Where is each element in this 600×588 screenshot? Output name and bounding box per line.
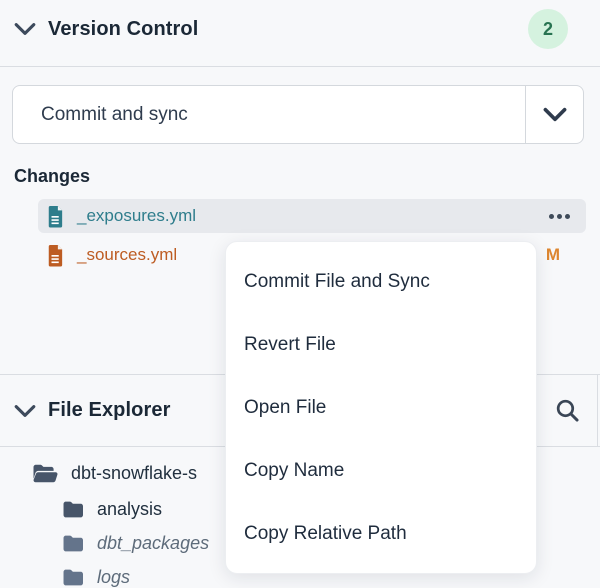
search-icon	[555, 398, 580, 423]
commit-dropdown-label: Commit and sync	[13, 86, 525, 143]
search-files-button[interactable]	[536, 375, 598, 446]
tree-item-project-root[interactable]: dbt-snowflake-s	[32, 456, 197, 490]
menu-item-revert-file[interactable]: Revert File	[226, 314, 536, 376]
more-options-icon[interactable]	[545, 210, 574, 223]
changed-file-name: _exposures.yml	[77, 206, 196, 226]
tree-item-logs[interactable]: logs	[62, 560, 130, 588]
changed-file-name: _sources.yml	[77, 245, 177, 265]
folder-open-icon	[32, 463, 59, 484]
file-context-menu: Commit File and Sync Revert File Open Fi…	[225, 241, 537, 574]
chevron-down-icon[interactable]	[14, 22, 36, 36]
tree-item-analysis[interactable]: analysis	[62, 492, 162, 526]
menu-item-copy-name[interactable]: Copy Name	[226, 440, 536, 502]
tree-item-label: analysis	[97, 499, 162, 520]
tree-item-label: dbt_packages	[97, 533, 209, 554]
version-control-title: Version Control	[48, 18, 198, 41]
changes-count-badge: 2	[528, 9, 568, 49]
menu-item-commit-file-and-sync[interactable]: Commit File and Sync	[226, 251, 536, 313]
tree-item-dbt-packages[interactable]: dbt_packages	[62, 526, 209, 560]
chevron-down-icon	[543, 107, 567, 122]
modified-status-badge: M	[546, 245, 560, 265]
header-divider	[0, 66, 600, 67]
changed-file-row-exposures[interactable]: _exposures.yml	[38, 199, 586, 233]
commit-and-sync-dropdown[interactable]: Commit and sync	[12, 85, 584, 144]
commit-dropdown-caret-button[interactable]	[525, 86, 583, 143]
tree-item-label: dbt-snowflake-s	[71, 463, 197, 484]
folder-icon	[62, 534, 85, 553]
changes-section-label: Changes	[14, 166, 90, 187]
folder-icon	[62, 568, 85, 587]
yml-file-icon	[46, 205, 65, 228]
version-control-panel: Version Control 2 Commit and sync Change…	[0, 0, 600, 588]
version-control-section-header[interactable]: Version Control 2	[0, 8, 600, 50]
tree-item-label: logs	[97, 567, 130, 588]
file-explorer-title: File Explorer	[48, 399, 170, 422]
folder-icon	[62, 500, 85, 519]
yml-file-icon	[46, 244, 65, 267]
menu-item-copy-relative-path[interactable]: Copy Relative Path	[226, 503, 536, 565]
chevron-down-icon[interactable]	[14, 404, 36, 418]
menu-item-open-file[interactable]: Open File	[226, 377, 536, 439]
